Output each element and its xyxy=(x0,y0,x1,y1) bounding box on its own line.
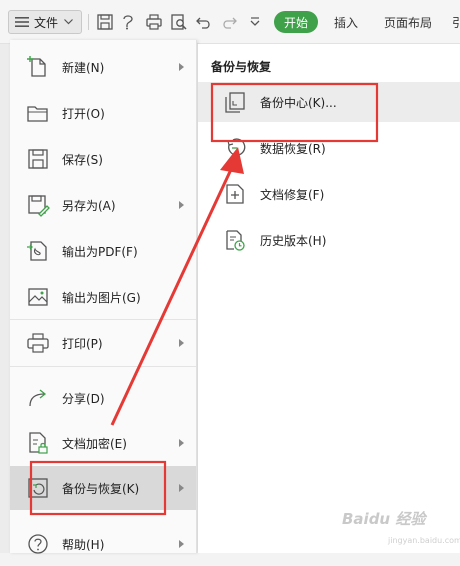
print-preview-icon[interactable] xyxy=(170,13,188,31)
pdf-icon xyxy=(27,241,47,261)
file-menu: 新建(N) 打开(O) 保存(S) 另存为(A) 输出为PDF(F) 输出为图片… xyxy=(10,40,197,554)
new-doc-icon xyxy=(27,56,46,77)
menu-item-share[interactable]: 分享(D) xyxy=(10,376,196,420)
menu-item-label: 备份与恢复(K) xyxy=(62,481,140,496)
undo-icon[interactable] xyxy=(195,13,213,31)
menu-divider xyxy=(10,366,196,367)
menu-divider xyxy=(10,319,196,320)
menu-item-label: 另存为(A) xyxy=(62,198,116,213)
watermark-url: jingyan.baidu.com xyxy=(388,536,460,545)
menu-item-export-pdf[interactable]: 输出为PDF(F) xyxy=(10,229,196,273)
chevron-right-icon xyxy=(179,63,184,71)
submenu-item-label: 文档修复(F) xyxy=(260,187,325,202)
data-recovery-icon xyxy=(227,138,246,156)
menu-item-print[interactable]: 打印(P) xyxy=(10,321,196,365)
menu-item-label: 输出为图片(G) xyxy=(62,290,141,305)
file-menu-label: 文件 xyxy=(34,15,59,30)
menu-item-backup-restore[interactable]: 备份与恢复(K) xyxy=(10,466,196,510)
export-icon[interactable] xyxy=(120,13,138,31)
menu-item-label: 帮助(H) xyxy=(62,537,105,552)
encrypt-icon xyxy=(29,432,48,454)
submenu-item-doc-repair[interactable]: 文档修复(F) xyxy=(198,174,460,214)
chevron-right-icon xyxy=(179,484,184,492)
submenu-item-history[interactable]: 历史版本(H) xyxy=(198,220,460,260)
hamburger-icon xyxy=(15,17,29,27)
menu-item-export-image[interactable]: 输出为图片(G) xyxy=(10,275,196,319)
print-icon[interactable] xyxy=(145,13,163,31)
submenu-item-label: 备份中心(K)... xyxy=(260,95,337,110)
file-menu-button[interactable]: 文件 xyxy=(8,10,82,34)
menu-item-label: 打印(P) xyxy=(62,336,103,351)
submenu-item-label: 历史版本(H) xyxy=(260,233,327,248)
backup-icon xyxy=(28,478,48,498)
backup-center-icon xyxy=(225,92,245,113)
help-icon xyxy=(28,534,48,554)
menu-item-label: 新建(N) xyxy=(62,60,105,75)
folder-icon xyxy=(27,106,48,122)
tab-page-layout[interactable]: 页面布局 xyxy=(384,11,432,33)
doc-repair-icon xyxy=(226,184,244,204)
menu-item-help[interactable]: 帮助(H) xyxy=(10,522,196,566)
tab-start[interactable]: 开始 xyxy=(274,11,318,33)
submenu-item-label: 数据恢复(R) xyxy=(260,141,326,156)
top-toolbar: 文件 开始 插入 页面布局 引 xyxy=(0,0,460,44)
watermark-logo: Baidu 经验 xyxy=(342,510,426,528)
menu-item-label: 输出为PDF(F) xyxy=(62,244,138,259)
submenu-item-backup-center[interactable]: 备份中心(K)... xyxy=(198,82,460,122)
chevron-down-icon xyxy=(64,19,73,25)
menu-item-save-as[interactable]: 另存为(A) xyxy=(10,183,196,227)
tab-clipped[interactable]: 引 xyxy=(452,11,460,33)
save-as-icon xyxy=(28,195,50,217)
menu-item-label: 保存(S) xyxy=(62,152,103,167)
history-icon xyxy=(226,230,245,251)
chevron-right-icon xyxy=(179,201,184,209)
submenu-item-data-recovery[interactable]: 数据恢复(R) xyxy=(198,128,460,168)
menu-item-encrypt[interactable]: 文档加密(E) xyxy=(10,421,196,465)
chevron-right-icon xyxy=(179,439,184,447)
menu-item-label: 打开(O) xyxy=(62,106,105,121)
menu-item-new[interactable]: 新建(N) xyxy=(10,45,196,89)
menu-item-label: 文档加密(E) xyxy=(62,436,127,451)
share-icon xyxy=(29,389,47,407)
backup-restore-submenu: 备份与恢复 备份中心(K)... 数据恢复(R) 文档修复(F) 历史版本(H) xyxy=(198,44,460,553)
save-icon[interactable] xyxy=(96,13,114,31)
printer-icon xyxy=(27,333,49,353)
save-icon xyxy=(28,149,48,169)
customize-toolbar-icon[interactable] xyxy=(246,13,264,31)
menu-item-save[interactable]: 保存(S) xyxy=(10,137,196,181)
menu-item-label: 分享(D) xyxy=(62,391,105,406)
chevron-right-icon xyxy=(179,339,184,347)
redo-icon[interactable] xyxy=(220,13,238,31)
image-icon xyxy=(28,288,48,306)
tab-insert[interactable]: 插入 xyxy=(334,11,358,33)
menu-item-open[interactable]: 打开(O) xyxy=(10,91,196,135)
submenu-title: 备份与恢复 xyxy=(211,60,272,74)
chevron-right-icon xyxy=(179,540,184,548)
toolbar-separator xyxy=(88,14,89,30)
